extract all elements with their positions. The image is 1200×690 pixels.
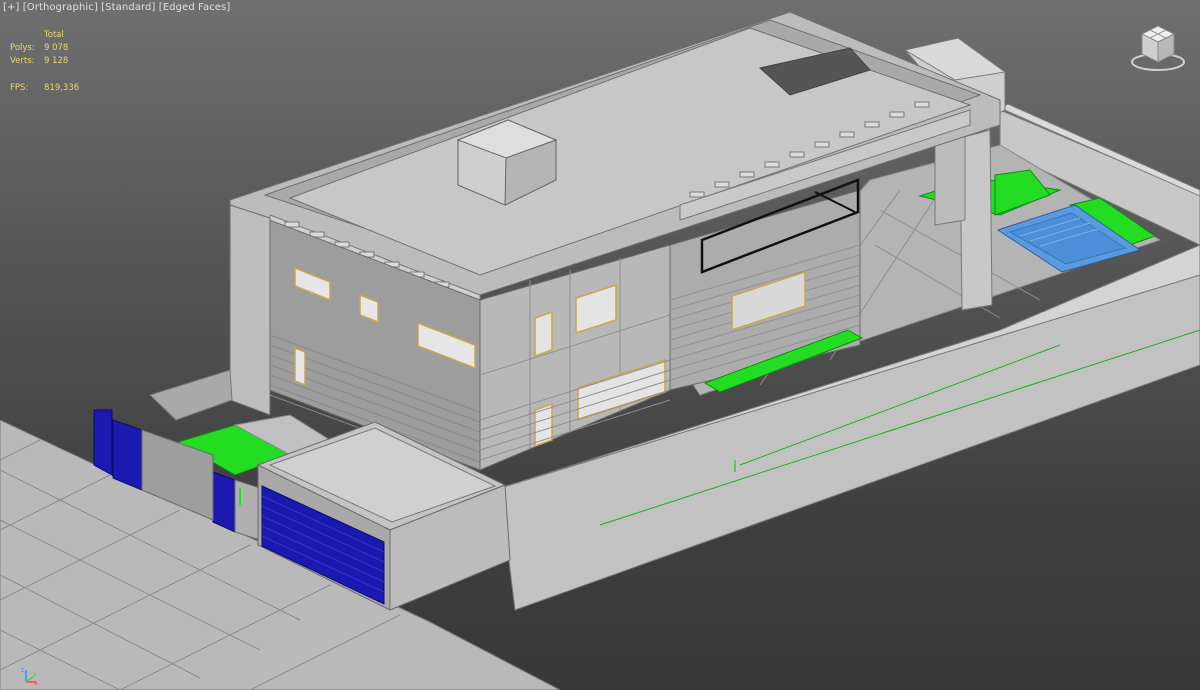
viewport-label-bar: [+] [Orthographic] [Standard] [Edged Fac…	[3, 2, 230, 13]
axis-x-label: x	[34, 680, 38, 686]
viewport-point-of-view[interactable]: [Orthographic]	[23, 2, 98, 13]
house-model-scene[interactable]	[0, 0, 1200, 690]
viewport-menu-plus[interactable]: [+]	[3, 2, 19, 13]
axis-tripod-icon: z x y	[21, 667, 38, 686]
axis-y-label: y	[33, 671, 37, 678]
polys-value: 9 078	[44, 43, 69, 53]
viewport-orthographic[interactable]: [+] [Orthographic] [Standard] [Edged Fac…	[0, 0, 1200, 690]
gate-panel-1	[93, 409, 113, 476]
viewport-display-mode[interactable]: [Edged Faces]	[159, 2, 231, 13]
stats-header: Total	[44, 30, 64, 40]
verts-value: 9 128	[44, 56, 69, 66]
stats-polys-row: Polys: 9 078	[10, 42, 79, 55]
verts-label: Verts:	[10, 56, 35, 66]
axis-z-label: z	[21, 667, 24, 674]
fps-label: FPS:	[10, 83, 29, 93]
fps-value: 819,336	[44, 83, 80, 93]
viewport-shading-standard[interactable]: [Standard]	[101, 2, 155, 13]
polys-label: Polys:	[10, 43, 35, 53]
viewcube-icon[interactable]	[1130, 18, 1186, 74]
scene-statistics: Total Polys: 9 078 Verts: 9 128 FPS: 819…	[10, 29, 79, 95]
gate-panel-4	[212, 471, 236, 533]
gate-panel-2	[112, 419, 143, 491]
stats-fps-row: FPS: 819,336	[10, 82, 79, 95]
stats-verts-row: Verts: 9 128	[10, 55, 79, 68]
front-yard-wall	[149, 369, 233, 421]
